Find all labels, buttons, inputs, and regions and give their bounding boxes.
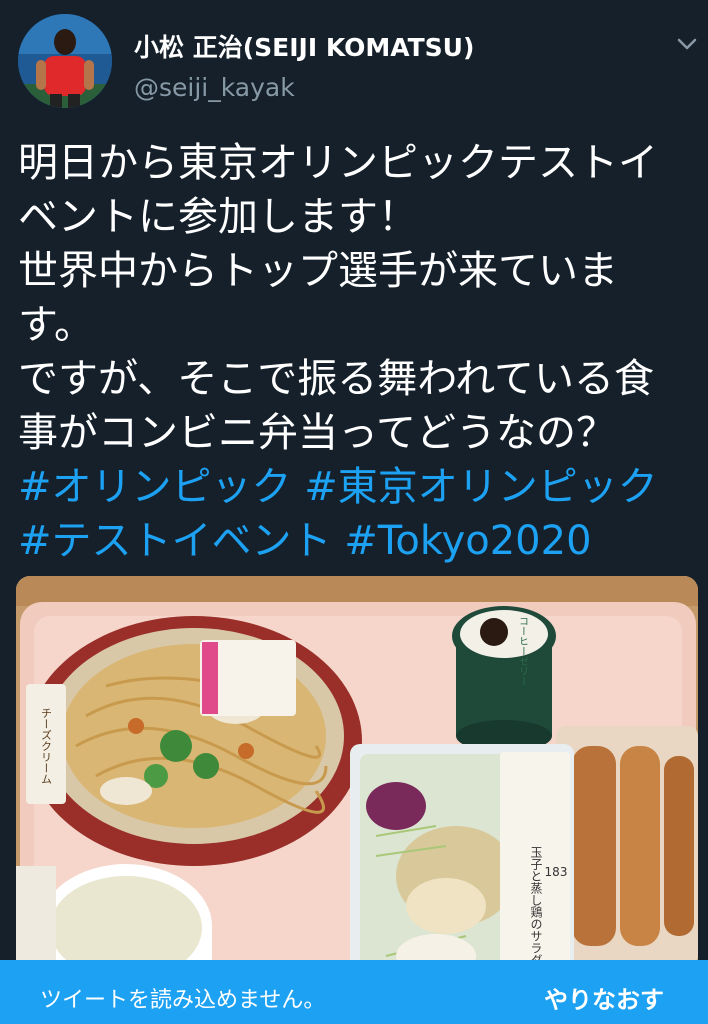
tweet-photo[interactable]: チーズクリーム コーヒーゼリー 玉子と蒸し鶏のサラダ 183 (16, 576, 698, 1024)
coffee-jelly-label: コーヒーゼリー (517, 616, 529, 686)
chevron-down-icon[interactable] (676, 36, 698, 52)
tweet-line: す。 (18, 302, 94, 348)
retry-button[interactable]: やりなおす (544, 980, 664, 1015)
error-bar: ツイートを読み込めません。 やりなおす (0, 960, 708, 1024)
user-handle[interactable]: @seiji_kayak (134, 73, 295, 102)
tweet-text: 明日から東京オリンピックテストイ ベントに参加します！ 世界中からトップ選手が来… (18, 136, 690, 568)
hashtag-line[interactable]: #オリンピック #東京オリンピック (18, 460, 690, 514)
salad-price: 183 (545, 865, 568, 879)
avatar-image (18, 14, 112, 108)
avatar[interactable] (18, 14, 112, 108)
hashtag-line[interactable]: #テストイベント #Tokyo2020 (18, 514, 690, 568)
tweet-line: 明日から東京オリンピックテストイ (18, 140, 658, 186)
display-name[interactable]: 小松 正治(SEIJI KOMATSU) (134, 28, 474, 64)
tweet: 小松 正治(SEIJI KOMATSU) @seiji_kayak 明日から東京… (0, 0, 708, 1024)
tweet-line: 世界中からトップ選手が来ていま (18, 248, 618, 294)
tweet-line: ベントに参加します！ (18, 194, 418, 240)
tweet-line: 事がコンビニ弁当ってどうなの？ (18, 410, 616, 456)
pasta-label: チーズクリーム (40, 708, 53, 785)
food-tray-image: チーズクリーム コーヒーゼリー 玉子と蒸し鶏のサラダ 183 (16, 576, 698, 1024)
error-message: ツイートを読み込めません。 (40, 988, 326, 1013)
salad-label: 玉子と蒸し鶏のサラダ (529, 846, 543, 966)
tweet-line: ですが、そこで振る舞われている食 (18, 356, 654, 402)
